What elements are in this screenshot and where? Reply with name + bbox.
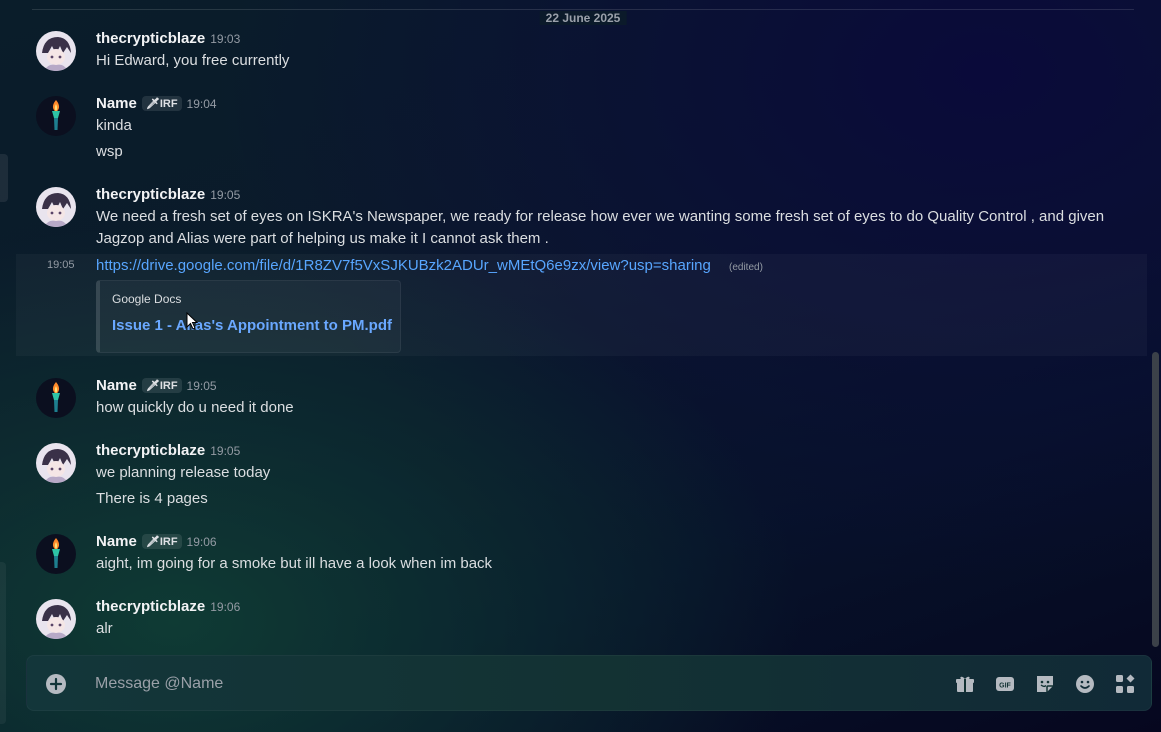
gift-icon[interactable] xyxy=(953,672,977,696)
avatar-thecrypticblaze[interactable] xyxy=(36,187,76,227)
message-text: wsp xyxy=(96,143,123,160)
emoji-icon[interactable] xyxy=(1073,672,1097,696)
message-list: 22 June 2025 thecrypticblaze 19:03 Hi Edw… xyxy=(16,0,1148,650)
sticker-icon[interactable] xyxy=(1033,672,1057,696)
username[interactable]: thecrypticblaze xyxy=(96,598,205,615)
username[interactable]: Name xyxy=(96,377,137,394)
channel-rail-edge xyxy=(0,562,6,724)
edited-label: (edited) xyxy=(729,262,763,273)
embed-title-link[interactable]: Issue 1 - Alias's Appointment to PM.pdf xyxy=(112,317,392,334)
username[interactable]: thecrypticblaze xyxy=(96,30,205,47)
avatar-thecrypticblaze[interactable] xyxy=(36,31,76,71)
avatar-name[interactable] xyxy=(36,534,76,574)
plus-circle-icon[interactable] xyxy=(45,673,67,695)
drive-link[interactable]: https://drive.google.com/file/d/1R8ZV7f5… xyxy=(96,255,711,277)
timestamp: 19:06 xyxy=(186,535,217,549)
server-rail-edge xyxy=(0,154,8,202)
message-text: aight, im going for a smoke but ill have… xyxy=(96,555,493,572)
clan-tag[interactable]: 🗡IRF xyxy=(141,96,182,111)
clan-tag[interactable]: 🗡IRF xyxy=(141,378,182,393)
username[interactable]: thecrypticblaze xyxy=(96,442,205,459)
message-text: how quickly do u need it done xyxy=(96,399,294,416)
date-divider-label: 22 June 2025 xyxy=(539,11,627,25)
message[interactable]: Name 🗡IRF 19:05 how quickly do u need it d… xyxy=(16,377,1148,427)
message[interactable]: thecrypticblaze 19:05 We need a fresh set… xyxy=(16,186,1148,254)
embed-provider: Google Docs xyxy=(112,292,182,306)
avatar-thecrypticblaze[interactable] xyxy=(36,443,76,483)
message-header: thecrypticblaze 19:06 xyxy=(96,598,240,616)
timestamp: 19:05 xyxy=(186,379,217,393)
message[interactable]: thecrypticblaze 19:03 Hi Edward, you free… xyxy=(16,30,1148,80)
message-header: Name 🗡IRF 19:05 xyxy=(96,377,217,395)
timestamp: 19:04 xyxy=(186,97,217,111)
username[interactable]: Name xyxy=(96,533,137,550)
message-text: alr xyxy=(96,620,113,637)
clan-tag[interactable]: 🗡IRF xyxy=(141,534,182,549)
message-header: thecrypticblaze 19:05 xyxy=(96,186,240,204)
mouse-cursor-icon xyxy=(186,312,198,330)
timestamp: 19:05 xyxy=(210,188,241,202)
message-header: Name 🗡IRF 19:04 xyxy=(96,95,217,113)
message-text: We need a fresh set of eyes on ISKRA's N… xyxy=(96,208,1105,225)
message[interactable]: thecrypticblaze 19:06 alr xyxy=(16,598,1148,648)
gif-icon[interactable]: GIF xyxy=(993,672,1017,696)
date-divider: 22 June 2025 xyxy=(32,9,1134,25)
message-input[interactable] xyxy=(95,670,935,698)
apps-icon[interactable] xyxy=(1113,672,1137,696)
message[interactable]: thecrypticblaze 19:05 we planning release… xyxy=(16,442,1148,512)
message-header: Name 🗡IRF 19:06 xyxy=(96,533,217,551)
link-embed: Google Docs Issue 1 - Alias's Appointmen… xyxy=(96,280,401,353)
avatar-thecrypticblaze[interactable] xyxy=(36,599,76,639)
message-text: Hi Edward, you free currently xyxy=(96,52,290,69)
message-header: thecrypticblaze 19:05 xyxy=(96,442,240,460)
message-text: kinda xyxy=(96,117,132,134)
svg-text:GIF: GIF xyxy=(999,683,1011,690)
username[interactable]: Name xyxy=(96,95,137,112)
message-text: Jagzop and Alias were part of helping us… xyxy=(96,230,549,247)
timestamp: 19:05 xyxy=(210,444,241,458)
message-composer: GIF xyxy=(26,655,1152,711)
timestamp: 19:06 xyxy=(210,600,241,614)
message-text: we planning release today xyxy=(96,464,271,481)
message-text: There is 4 pages xyxy=(96,490,208,507)
avatar-name[interactable] xyxy=(36,96,76,136)
avatar-name[interactable] xyxy=(36,378,76,418)
username[interactable]: thecrypticblaze xyxy=(96,186,205,203)
message[interactable]: Name 🗡IRF 19:06 aight, im going for a smok… xyxy=(16,533,1148,583)
message-header: thecrypticblaze 19:03 xyxy=(96,30,240,48)
scrollbar-thumb[interactable] xyxy=(1152,352,1159,647)
message[interactable]: Name 🗡IRF 19:04 kinda wsp xyxy=(16,95,1148,165)
timestamp: 19:03 xyxy=(210,32,241,46)
timestamp: 19:05 xyxy=(47,259,75,271)
